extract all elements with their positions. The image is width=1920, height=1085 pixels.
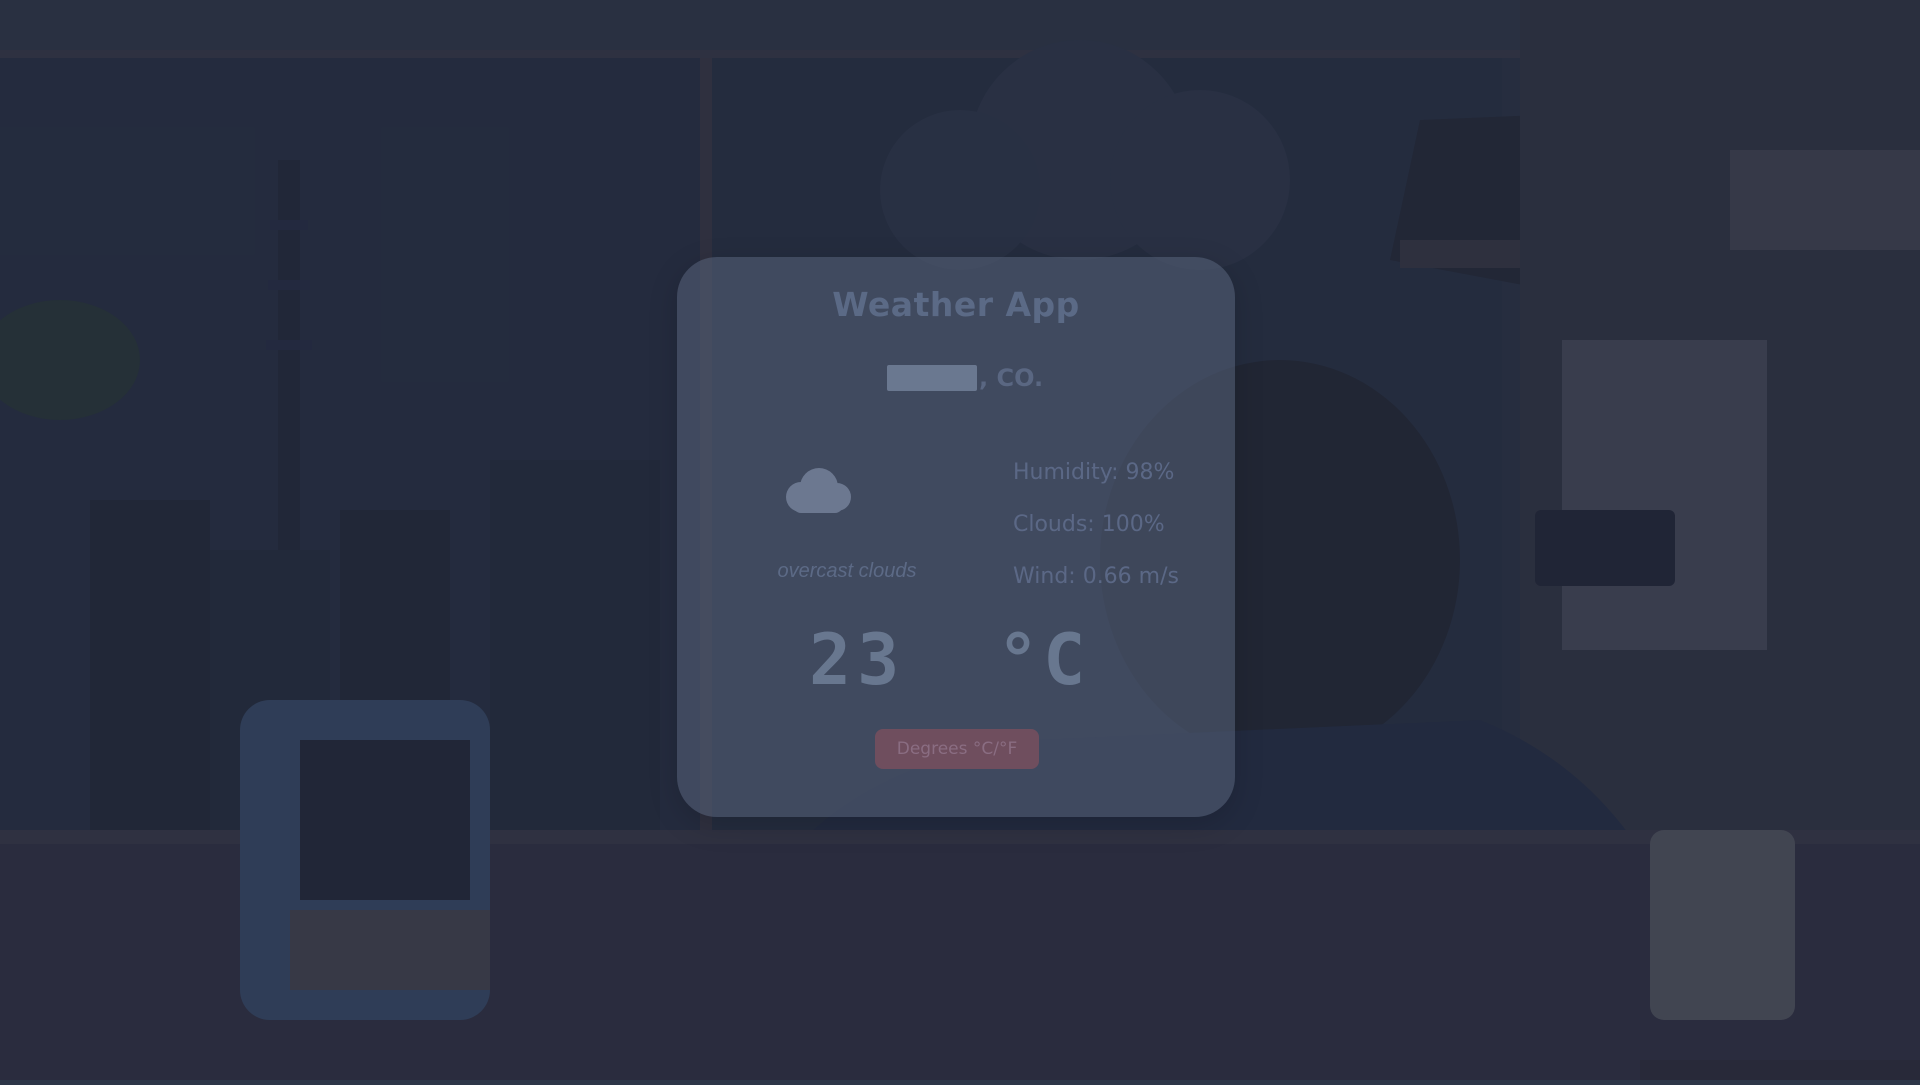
weather-stats: Humidity: 98% Clouds: 100% Wind: 0.66 m/…	[1013, 447, 1179, 603]
app-title: Weather App	[832, 285, 1080, 324]
unit-toggle-button[interactable]: Degrees °C/°F	[875, 729, 1039, 769]
weather-card: Weather App , CO. overcast clouds Humidi…	[677, 257, 1235, 817]
wind-value: Wind: 0.66 m/s	[1013, 564, 1179, 589]
weather-condition: overcast clouds	[777, 560, 917, 582]
humidity-value: Humidity: 98%	[1013, 460, 1175, 485]
temperature-unit: °C	[997, 619, 1090, 701]
temperature-value: 23	[809, 619, 906, 701]
location-label: , CO.	[979, 364, 1044, 392]
cloud-icon	[786, 468, 851, 513]
clouds-value: Clouds: 100%	[1013, 512, 1165, 537]
location: , CO.	[887, 363, 1043, 393]
location-redacted-block	[887, 365, 977, 391]
